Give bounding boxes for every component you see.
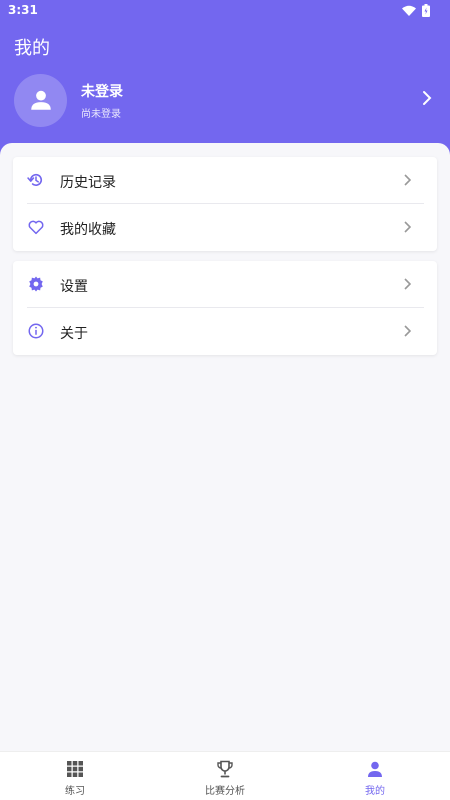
nav-label: 比赛分析 xyxy=(205,786,245,797)
chevron-right-icon xyxy=(404,174,411,186)
nav-label: 练习 xyxy=(65,786,85,797)
menu-item-history[interactable]: 历史记录 xyxy=(13,157,437,204)
menu-card: 历史记录 我的收藏 xyxy=(13,157,437,251)
chevron-right-icon xyxy=(404,278,411,290)
nav-item-me[interactable]: 我的 xyxy=(300,752,450,800)
chevron-right-icon xyxy=(404,325,411,337)
grid-icon xyxy=(67,761,83,777)
heart-icon xyxy=(28,220,44,235)
status-icons xyxy=(402,4,430,17)
status-time: 3:31 xyxy=(8,3,38,17)
gear-icon xyxy=(29,276,43,292)
chevron-right-icon xyxy=(423,91,432,105)
menu-item-label: 我的收藏 xyxy=(60,222,116,238)
wifi-icon xyxy=(402,5,416,16)
profile-subtitle: 尚未登录 xyxy=(81,108,121,120)
info-icon xyxy=(28,323,44,339)
menu-item-favorites[interactable]: 我的收藏 xyxy=(13,204,437,251)
nav-item-practice[interactable]: 练习 xyxy=(0,752,150,800)
header: 3:31 我的 未登录 尚未登录 xyxy=(0,0,450,160)
profile-card[interactable]: 未登录 尚未登录 xyxy=(14,73,436,127)
nav-label: 我的 xyxy=(365,786,385,797)
bottom-nav: 练习 比赛分析 我的 xyxy=(0,751,450,800)
battery-icon xyxy=(422,4,430,17)
profile-text: 未登录 尚未登录 xyxy=(81,81,123,120)
menu-item-about[interactable]: 关于 xyxy=(13,308,437,355)
menu-item-label: 关于 xyxy=(60,326,88,342)
menu-card: 设置 关于 xyxy=(13,261,437,355)
trophy-icon xyxy=(217,760,233,778)
content-area: 历史记录 我的收藏 设置 关于 xyxy=(0,143,450,751)
person-icon xyxy=(368,761,382,777)
history-icon xyxy=(27,173,43,187)
menu-item-settings[interactable]: 设置 xyxy=(13,261,437,308)
nav-item-match-analysis[interactable]: 比赛分析 xyxy=(150,752,300,800)
menu-item-label: 历史记录 xyxy=(60,175,116,191)
chevron-right-icon xyxy=(404,221,411,233)
person-icon xyxy=(30,90,51,110)
page-title: 我的 xyxy=(14,38,50,59)
avatar xyxy=(14,73,67,127)
profile-name: 未登录 xyxy=(81,83,123,100)
status-bar: 3:31 xyxy=(0,0,450,22)
menu-item-label: 设置 xyxy=(60,279,88,295)
